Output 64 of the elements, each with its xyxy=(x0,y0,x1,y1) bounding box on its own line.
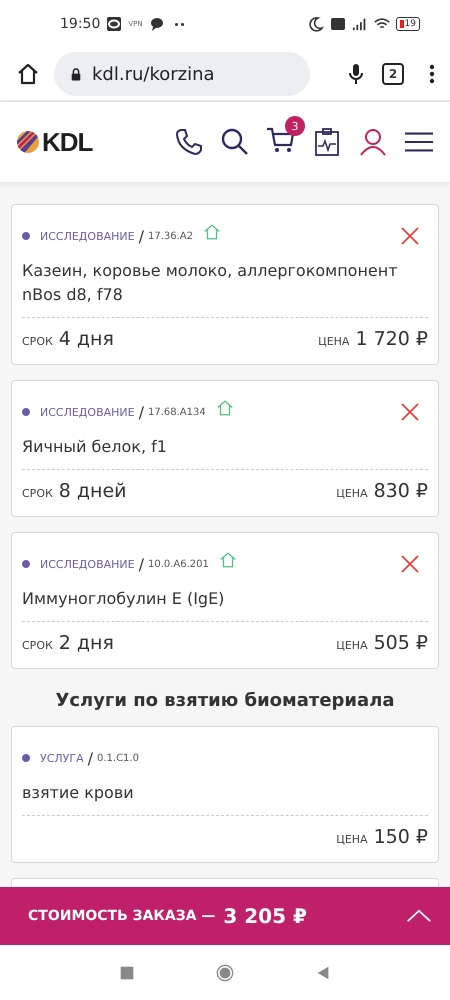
item-code: 17.68.A134 xyxy=(148,406,206,418)
status-dot xyxy=(22,408,30,416)
logo-icon[interactable] xyxy=(16,130,40,154)
battery-indicator: 19 xyxy=(396,17,420,31)
close-icon[interactable] xyxy=(400,554,420,574)
separator: / xyxy=(138,226,144,246)
separator: / xyxy=(138,554,144,574)
home-button[interactable] xyxy=(216,964,234,982)
separator: / xyxy=(88,748,93,768)
term-value: 2 дня xyxy=(58,632,114,654)
search-icon[interactable] xyxy=(220,127,250,157)
price-label: ЦЕНА xyxy=(336,639,368,652)
price-value: 505 ₽ xyxy=(374,632,428,654)
close-icon[interactable] xyxy=(400,226,420,246)
user-icon[interactable] xyxy=(358,127,388,157)
recents-button[interactable] xyxy=(118,964,136,982)
address-bar[interactable]: kdl.ru/korzina xyxy=(54,52,310,96)
status-dot xyxy=(22,560,30,568)
price-value: 830 ₽ xyxy=(374,480,428,502)
price-label: ЦЕНА xyxy=(336,487,368,500)
app-notification-icon xyxy=(106,16,122,32)
more-notifications-icon xyxy=(174,22,184,26)
item-code: 10.0.A6.201 xyxy=(148,558,209,570)
lock-icon xyxy=(70,66,82,82)
term-value: 8 дней xyxy=(58,480,127,502)
item-code: 0.1.C1.0 xyxy=(96,752,139,764)
total-label: СТОИМОСТЬ ЗАКАЗА — xyxy=(28,908,216,924)
moon-icon xyxy=(308,16,324,32)
status-dot xyxy=(22,232,30,240)
order-total-bar[interactable]: СТОИМОСТЬ ЗАКАЗА — 3 205 ₽ xyxy=(0,887,450,945)
term-label: СРОК xyxy=(22,335,53,348)
term-label: СРОК xyxy=(22,639,53,652)
close-icon[interactable] xyxy=(400,402,420,422)
item-name: Иммуноглобулин E (IgE) xyxy=(22,587,428,622)
chat-icon xyxy=(148,16,165,32)
status-dot xyxy=(22,754,30,762)
item-name: Яичный белок, f1 xyxy=(22,435,428,470)
price-value: 150 ₽ xyxy=(374,826,428,848)
home-icon[interactable] xyxy=(16,62,40,86)
logo-text[interactable]: KDL xyxy=(42,126,92,158)
separator: / xyxy=(138,402,144,422)
tabs-count-button[interactable]: 2 xyxy=(382,63,404,85)
medical-record-icon[interactable] xyxy=(312,127,342,157)
menu-icon[interactable] xyxy=(428,62,436,86)
signal-icon xyxy=(352,16,368,32)
term-value: 4 дня xyxy=(58,328,114,350)
chevron-up-icon[interactable] xyxy=(406,909,432,923)
phone-icon[interactable] xyxy=(174,127,204,157)
section-heading: Услуги по взятию биоматериала xyxy=(54,690,396,711)
price-label: ЦЕНА xyxy=(336,833,368,846)
clock: 19:50 xyxy=(60,16,100,32)
item-type: УСЛУГА xyxy=(40,752,84,764)
price-value: 1 720 ₽ xyxy=(355,328,428,350)
term-label: СРОК xyxy=(22,487,53,500)
item-type: ИССЛЕДОВАНИЕ xyxy=(40,230,135,242)
item-type: ИССЛЕДОВАНИЕ xyxy=(40,406,135,418)
price-label: ЦЕНА xyxy=(318,335,350,348)
item-name: Казеин, коровье молоко, аллергокомпонент nBos d8, f78 xyxy=(22,259,428,318)
item-name: взятие крови xyxy=(22,781,428,816)
item-code: 17.36.A2 xyxy=(148,230,193,242)
cart-count-badge: 3 xyxy=(285,116,305,136)
total-amount: 3 205 ₽ xyxy=(223,904,307,928)
item-type: ИССЛЕДОВАНИЕ xyxy=(40,558,135,570)
url-text: kdl.ru/korzina xyxy=(92,64,215,84)
